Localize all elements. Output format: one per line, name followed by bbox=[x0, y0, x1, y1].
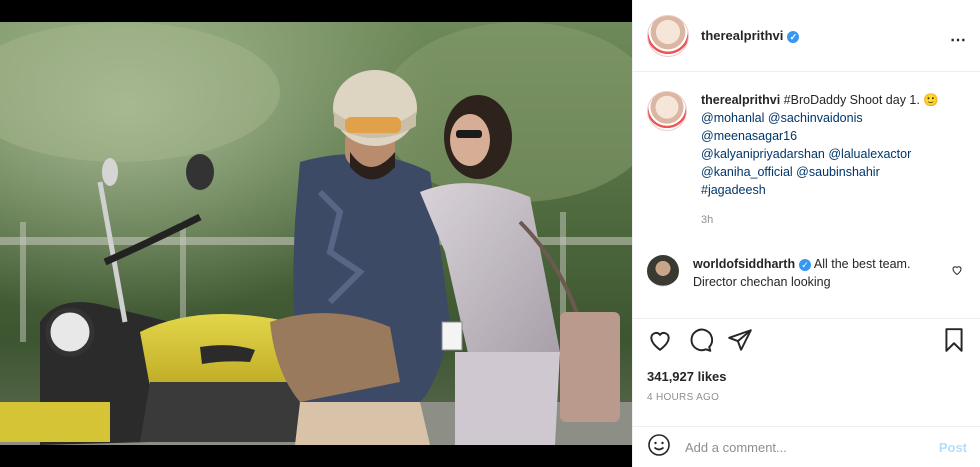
emoji-icon[interactable] bbox=[647, 433, 671, 462]
comment-icon[interactable] bbox=[687, 327, 714, 358]
caption-tag[interactable]: @lalualexactor bbox=[828, 147, 911, 161]
caption-body: therealprithvi #BroDaddy Shoot day 1. 🙂 … bbox=[701, 91, 961, 226]
author-avatar[interactable] bbox=[647, 14, 689, 57]
action-icons bbox=[647, 327, 967, 357]
caption-username[interactable]: therealprithvi bbox=[701, 93, 780, 107]
post-date[interactable]: 4 HOURS AGO bbox=[647, 392, 967, 403]
verified-icon: ✓ bbox=[787, 30, 800, 43]
author-username[interactable]: therealprithvi ✓ bbox=[701, 28, 800, 43]
post-comment-button[interactable]: Post bbox=[939, 440, 967, 455]
add-comment-bar: Post bbox=[633, 426, 980, 467]
likes-count[interactable]: 341,927 likes bbox=[647, 369, 967, 384]
caption-text: #BroDaddy Shoot day 1. bbox=[780, 93, 924, 107]
caption: therealprithvi #BroDaddy Shoot day 1. 🙂 … bbox=[647, 91, 967, 226]
caption-tag[interactable]: @kaniha_official bbox=[701, 165, 793, 179]
comment-item: worldofsiddharth ✓ All the best team. Dir… bbox=[647, 255, 967, 291]
comment-body: worldofsiddharth ✓ All the best team. Dir… bbox=[693, 255, 943, 291]
heart-icon[interactable] bbox=[647, 327, 673, 358]
caption-tag[interactable]: @meenasagar16 bbox=[701, 129, 797, 143]
verified-icon: ✓ bbox=[799, 258, 812, 271]
share-icon[interactable] bbox=[727, 327, 753, 358]
comments-section: therealprithvi #BroDaddy Shoot day 1. 🙂 … bbox=[633, 73, 980, 318]
caption-tag[interactable]: @saubinshahir bbox=[796, 165, 880, 179]
caption-tag[interactable]: @mohanlal bbox=[701, 111, 764, 125]
post-photo[interactable] bbox=[0, 22, 632, 445]
caption-tag[interactable]: #jagadeesh bbox=[701, 183, 766, 197]
bookmark-icon[interactable] bbox=[941, 327, 967, 358]
more-icon[interactable]: ⋯ bbox=[950, 30, 967, 50]
caption-tag[interactable]: @sachinvaidonis bbox=[768, 111, 863, 125]
commenter-username[interactable]: worldofsiddharth bbox=[693, 257, 795, 271]
instagram-post: therealprithvi ✓ ⋯ therealprithvi #BroDad… bbox=[0, 0, 980, 467]
post-actions: 341,927 likes 4 HOURS AGO bbox=[633, 318, 980, 433]
commenter-avatar[interactable] bbox=[647, 255, 679, 287]
caption-avatar[interactable] bbox=[647, 91, 687, 131]
caption-emoji: 🙂 bbox=[923, 93, 939, 107]
post-sidebar: therealprithvi ✓ ⋯ therealprithvi #BroDad… bbox=[632, 0, 980, 467]
caption-tag[interactable]: @kalyanipriyadarshan bbox=[701, 147, 825, 161]
comment-input[interactable] bbox=[685, 439, 939, 455]
comment-like-icon[interactable] bbox=[951, 263, 963, 281]
photo-pane bbox=[0, 0, 632, 467]
post-header: therealprithvi ✓ ⋯ bbox=[633, 0, 980, 72]
author-username-text[interactable]: therealprithvi bbox=[701, 28, 783, 43]
caption-time[interactable]: 3h bbox=[701, 211, 961, 226]
